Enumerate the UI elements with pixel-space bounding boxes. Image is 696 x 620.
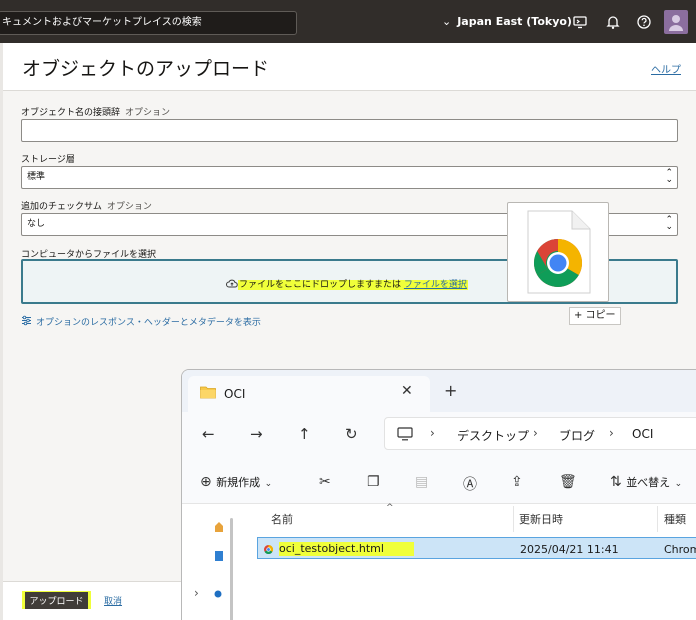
- chevron-down-icon: ⌄: [442, 15, 452, 28]
- dropzone-text: ファイルをここにドロップしますまたは: [239, 280, 402, 290]
- region-selector[interactable]: ⌄ Japan East (Tokyo): [442, 15, 572, 28]
- select-arrows-icon: ⌃ ⌄: [665, 215, 673, 232]
- sort-caret-icon: ^: [386, 503, 394, 513]
- checksum-label: 追加のチェックサム オプション: [21, 199, 152, 212]
- dropzone-message: ファイルをここにドロップしますまたは ファイルを選択: [226, 277, 468, 290]
- cloud-shell-icon[interactable]: [572, 14, 588, 30]
- chevron-down-icon: ⌄: [264, 479, 273, 489]
- nav-pane-scrollbar[interactable]: [230, 518, 233, 620]
- sliders-icon: [22, 315, 31, 326]
- breadcrumb-chevron-icon: ›: [430, 426, 435, 440]
- address-breadcrumb[interactable]: › デスクトップ › ブログ › OCI: [384, 417, 696, 450]
- user-silhouette-icon: [669, 15, 683, 31]
- select-arrows-icon: ⌃ ⌄: [665, 168, 673, 185]
- prefix-label: オブジェクト名の接頭辞 オプション: [21, 105, 170, 118]
- chevron-down-icon: ⌄: [674, 479, 683, 489]
- rename-icon[interactable]: Ⓐ: [463, 474, 477, 494]
- column-header-modified[interactable]: 更新日時: [519, 511, 563, 527]
- column-divider[interactable]: [513, 506, 514, 532]
- cut-icon[interactable]: ✂: [319, 474, 331, 490]
- file-modified: 2025/04/21 11:41: [520, 543, 619, 556]
- breadcrumb-desktop[interactable]: デスクトップ: [457, 427, 529, 444]
- paste-icon[interactable]: ▤: [415, 474, 428, 490]
- storage-tier-value: 標準: [27, 172, 46, 182]
- expand-chevron-icon[interactable]: ›: [194, 586, 199, 600]
- checksum-value: なし: [27, 219, 46, 229]
- new-button[interactable]: ⊕ 新規作成 ⌄: [200, 474, 272, 490]
- column-header-name[interactable]: 名前: [271, 511, 293, 527]
- page-title: オブジェクトのアップロード: [22, 58, 270, 80]
- help-icon[interactable]: [636, 14, 652, 30]
- drag-ghost-file: [507, 202, 609, 302]
- cancel-link[interactable]: 取消: [104, 594, 122, 607]
- breadcrumb-blog[interactable]: ブログ: [559, 427, 595, 444]
- show-options-text: オプションのレスポンス・ヘッダーとメタデータを表示: [36, 318, 261, 328]
- file-type: Chrom: [664, 543, 696, 556]
- forward-arrow-icon[interactable]: →: [250, 425, 263, 443]
- object-prefix-input[interactable]: [21, 119, 678, 142]
- help-link[interactable]: ヘルプ: [651, 61, 681, 76]
- copy-icon[interactable]: ❐: [367, 474, 380, 490]
- new-label: 新規作成: [216, 476, 261, 489]
- show-options-link[interactable]: オプションのレスポンス・ヘッダーとメタデータを表示: [21, 315, 261, 328]
- close-icon[interactable]: ✕: [401, 383, 413, 399]
- storage-tier-label: ストレージ層: [21, 155, 75, 165]
- delete-icon[interactable]: 🗑: [559, 474, 577, 490]
- breadcrumb-chevron-icon: ›: [533, 426, 538, 440]
- plus-circle-icon: ⊕: [200, 474, 212, 490]
- folder-icon: [200, 386, 216, 399]
- footer-divider: [3, 581, 183, 582]
- prefix-label-text: オブジェクト名の接頭辞: [21, 108, 121, 118]
- gallery-icon[interactable]: [214, 550, 224, 562]
- onedrive-icon[interactable]: [214, 589, 222, 599]
- checksum-label-text: 追加のチェックサム: [21, 202, 102, 212]
- chrome-html-file-icon: [264, 544, 274, 555]
- monitor-icon: [397, 427, 413, 441]
- sort-button[interactable]: ⇅ 並べ替え ⌄: [610, 474, 682, 490]
- home-icon[interactable]: [214, 521, 224, 533]
- tab-title: OCI: [224, 387, 246, 401]
- bell-icon[interactable]: [605, 14, 621, 30]
- up-arrow-icon[interactable]: ↑: [298, 425, 311, 443]
- storage-tier-select[interactable]: 標準 ⌃ ⌄: [21, 166, 678, 189]
- user-avatar-icon[interactable]: [664, 10, 688, 34]
- upload-cloud-icon: [226, 279, 238, 288]
- browse-file-link[interactable]: ファイルを選択: [404, 280, 467, 290]
- upload-button-label: アップロード: [25, 592, 88, 609]
- refresh-icon[interactable]: ↻: [345, 425, 358, 443]
- breadcrumb-oci[interactable]: OCI: [632, 427, 653, 441]
- file-name: oci_testobject.html: [279, 542, 414, 556]
- html-file-chrome-icon: [527, 210, 591, 294]
- share-icon[interactable]: ⇪: [511, 474, 523, 490]
- checksum-optional-tag: オプション: [106, 202, 152, 212]
- new-tab-icon[interactable]: +: [444, 381, 457, 400]
- back-arrow-icon[interactable]: ←: [202, 425, 215, 443]
- file-explorer-window: OCI ✕ + ← → ↑ ↻ › デスクトップ › ブログ › OCI ⊕ 新…: [181, 369, 696, 620]
- upload-button[interactable]: アップロード: [22, 591, 91, 609]
- column-header-type[interactable]: 種類: [664, 511, 686, 527]
- top-bar: キュメントおよびマーケットプレイスの検索 ⌄ Japan East (Tokyo): [0, 0, 696, 43]
- region-label: Japan East (Tokyo): [457, 15, 572, 28]
- global-search-input[interactable]: キュメントおよびマーケットプレイスの検索: [0, 11, 297, 35]
- drag-copy-tooltip: + コピー: [569, 307, 621, 325]
- breadcrumb-chevron-icon: ›: [609, 426, 614, 440]
- column-divider[interactable]: [657, 506, 658, 532]
- dropzone-highlight: ファイルをここにドロップしますまたは ファイルを選択: [238, 280, 468, 290]
- prefix-optional-tag: オプション: [125, 108, 171, 118]
- sort-icon: ⇅: [610, 474, 622, 490]
- sort-label: 並べ替え: [626, 476, 671, 489]
